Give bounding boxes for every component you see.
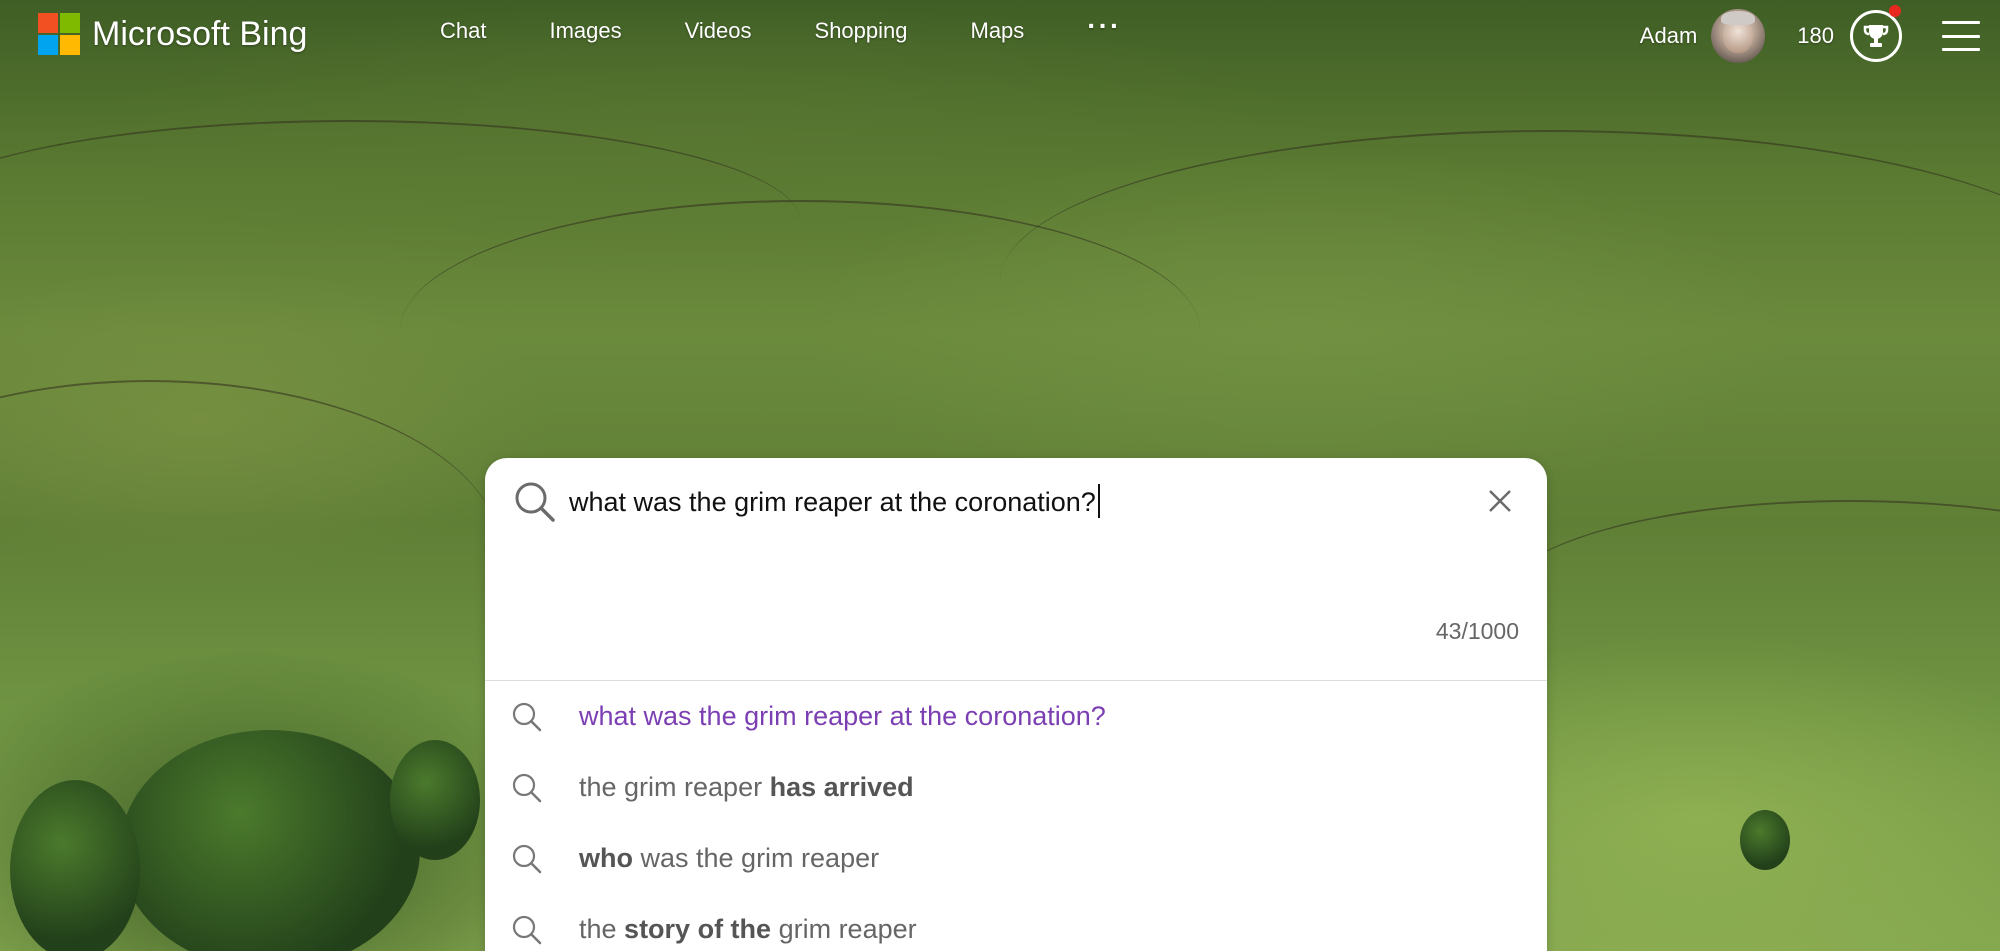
rewards-points[interactable]: 180: [1797, 23, 1834, 49]
suggestion-text: the story of the grim reaper: [579, 914, 917, 945]
character-counter: 43/1000: [1435, 618, 1519, 644]
top-header: Microsoft Bing Chat Images Videos Shoppi…: [0, 0, 2000, 72]
suggestion-text-bold: who: [579, 843, 633, 873]
suggestion-list: what was the grim reaper at the coronati…: [485, 681, 1547, 951]
microsoft-logo-icon: [38, 13, 80, 55]
suggestion-item[interactable]: the grim reaper has arrived: [485, 752, 1547, 823]
suggestion-text-part: what was the grim reaper at the coronati…: [579, 701, 1106, 731]
suggestion-item[interactable]: who was the grim reaper: [485, 823, 1547, 894]
nav-item-maps[interactable]: Maps: [971, 18, 1025, 44]
background-tree: [10, 780, 140, 951]
search-icon: [512, 844, 542, 874]
notification-dot: [1889, 5, 1901, 17]
search-input-area: 43/1000: [485, 458, 1547, 681]
background-tree: [390, 740, 480, 860]
background-tree: [1740, 810, 1790, 870]
bing-homepage: Microsoft Bing Chat Images Videos Shoppi…: [0, 0, 2000, 951]
top-nav: Chat Images Videos Shopping Maps ···: [440, 10, 1184, 44]
bing-logo[interactable]: Microsoft Bing: [38, 12, 307, 56]
rewards-button[interactable]: [1850, 5, 1902, 62]
logo-square-blue: [38, 35, 58, 55]
hamburger-line: [1942, 34, 1980, 38]
logo-square-red: [38, 13, 58, 33]
nav-item-shopping[interactable]: Shopping: [815, 18, 908, 44]
user-name[interactable]: Adam: [1640, 23, 1697, 49]
suggestion-text: who was the grim reaper: [579, 843, 879, 874]
logo-square-green: [60, 13, 80, 33]
nav-more-button[interactable]: ···: [1087, 10, 1121, 42]
background-tree: [120, 730, 420, 951]
suggestion-text: what was the grim reaper at the coronati…: [579, 701, 1106, 732]
avatar[interactable]: [1711, 9, 1766, 63]
search-input[interactable]: [569, 480, 1409, 524]
suggestion-text-part: the: [579, 914, 625, 944]
menu-button[interactable]: [1942, 21, 1980, 51]
close-icon[interactable]: [1483, 484, 1517, 518]
nav-item-images[interactable]: Images: [549, 18, 621, 44]
search-icon: [512, 773, 542, 803]
account-area: Adam 180: [1640, 5, 1980, 64]
hamburger-line: [1942, 21, 1980, 24]
suggestion-text-bold: has arrived: [769, 772, 914, 802]
suggestion-text-bold: story of the: [624, 914, 772, 944]
hamburger-line: [1942, 48, 1980, 51]
search-icon: [512, 915, 542, 945]
suggestion-text-part: grim reaper: [771, 914, 917, 944]
suggestion-text: the grim reaper has arrived: [579, 772, 914, 803]
suggestion-text-part: was the grim reaper: [633, 843, 880, 873]
nav-item-chat[interactable]: Chat: [440, 18, 486, 44]
brand-name: Microsoft Bing: [92, 14, 308, 53]
suggestion-item[interactable]: what was the grim reaper at the coronati…: [485, 681, 1547, 752]
suggestion-item[interactable]: the story of the grim reaper: [485, 894, 1547, 951]
search-icon[interactable]: [513, 480, 557, 524]
trophy-icon: [1863, 25, 1889, 47]
suggestion-text-part: the grim reaper: [579, 772, 770, 802]
background-wall: [0, 380, 500, 722]
search-box: 43/1000 what was the grim reaper at the …: [485, 458, 1547, 951]
background-wall: [1500, 500, 2000, 702]
logo-square-yellow: [60, 35, 80, 55]
search-icon: [512, 702, 542, 732]
text-cursor: [1097, 484, 1100, 518]
nav-item-videos[interactable]: Videos: [685, 18, 752, 44]
